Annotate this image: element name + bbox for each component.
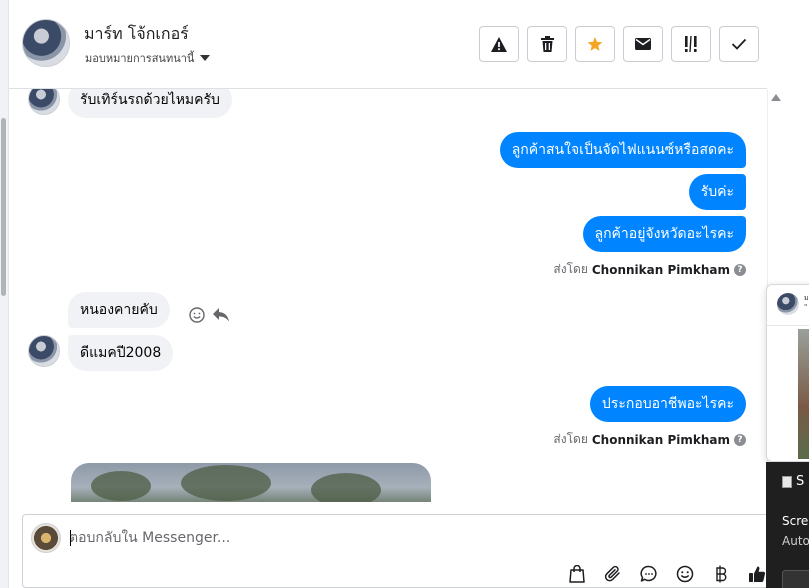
outgoing-message: รับค่ะ	[688, 174, 746, 210]
saved-replies-button[interactable]	[637, 563, 661, 585]
warning-icon	[491, 36, 507, 52]
toast-action-button[interactable]	[782, 570, 809, 588]
paperclip-icon	[604, 565, 620, 582]
react-emoji-icon[interactable]	[189, 307, 205, 323]
header-actions	[479, 26, 759, 62]
popup-divider	[767, 325, 809, 326]
image-attachment[interactable]	[71, 463, 431, 502]
envelope-icon	[635, 38, 651, 50]
outgoing-message-group: ประกอบอาชีพอะไรคะ	[446, 386, 746, 422]
contact-avatar-small	[28, 335, 60, 367]
outgoing-message: ลูกค้าอยู่จังหวัดอะไรคะ	[582, 216, 746, 252]
toast-title: S	[796, 474, 805, 489]
contact-avatar	[22, 19, 70, 67]
check-icon	[731, 38, 747, 50]
baht-icon	[716, 565, 727, 583]
scroll-up-arrow-icon[interactable]	[771, 94, 781, 101]
outgoing-message-group: ลูกค้าสนใจเป็นจัดไฟแนนซ์หรือสดคะ รับค่ะ …	[346, 132, 746, 252]
popup-avatar	[777, 293, 799, 315]
payment-button[interactable]	[709, 563, 733, 585]
popup-image	[798, 329, 809, 459]
message-hover-actions	[189, 307, 229, 323]
bag-button[interactable]	[565, 563, 589, 585]
sender-name: Chonnikan Pimkham	[591, 262, 730, 277]
email-button[interactable]	[623, 26, 663, 62]
left-scrollbar-thumb[interactable]	[1, 118, 6, 296]
toast-line-2: Auto	[782, 534, 809, 548]
star-icon	[587, 37, 603, 51]
help-icon[interactable]: ?	[734, 263, 746, 276]
incoming-message: ดีแมคปี2008	[68, 335, 174, 371]
done-button[interactable]	[719, 26, 759, 62]
page-avatar	[31, 523, 61, 553]
outgoing-message: ลูกค้าสนใจเป็นจัดไฟแนนซ์หรือสดคะ	[499, 132, 746, 168]
contact-name: มาร์ท โจ้กเกอร์	[84, 24, 189, 43]
assign-conversation-dropdown[interactable]: มอบหมายการสนทนานี้	[85, 49, 211, 67]
assign-conversation-label: มอบหมายการสนทนานี้	[85, 52, 195, 65]
emoji-button[interactable]	[673, 563, 697, 585]
notification-toast[interactable]: S Scre Auto	[766, 462, 809, 588]
messenger-window: มาร์ท โจ้กเกอร์ มอบหมายการสนทนานี้ รับเท…	[0, 0, 809, 588]
sent-by-prefix: ส่งโดย	[553, 262, 588, 276]
conversation-header: มาร์ท โจ้กเกอร์ มอบหมายการสนทนานี้	[9, 0, 767, 89]
help-icon[interactable]: ?	[734, 433, 746, 446]
message-thread: รับเทิร์นรถด้วยไหมครับ ลูกค้าสนใจเป็นจัด…	[9, 89, 767, 502]
incoming-message: หนองคายคับ	[68, 292, 170, 328]
app-icon	[782, 476, 792, 488]
chat-head-popup[interactable]: ม "	[766, 284, 809, 462]
sent-by-label: ส่งโดย Chonnikan Pimkham ?	[553, 260, 746, 279]
sent-by-prefix: ส่งโดย	[553, 432, 588, 446]
left-sidebar-edge	[0, 0, 9, 588]
trash-icon	[540, 36, 554, 52]
chat-bubble-icon	[640, 565, 657, 582]
delete-button[interactable]	[527, 26, 567, 62]
emoji-icon	[676, 565, 694, 583]
incoming-message: รับเทิร์นรถด้วยไหมครับ	[68, 89, 232, 118]
sender-name: Chonnikan Pimkham	[591, 432, 730, 447]
report-button[interactable]	[479, 26, 519, 62]
toast-line-1: Scre	[782, 514, 809, 528]
composer-tools	[565, 563, 769, 585]
priority-button[interactable]	[671, 26, 711, 62]
star-button[interactable]	[575, 26, 615, 62]
outgoing-message: ประกอบอาชีพอะไรคะ	[589, 386, 746, 422]
caret-down-icon	[200, 55, 211, 61]
reply-composer	[22, 514, 782, 588]
popup-subtitle: "	[804, 303, 808, 311]
attach-button[interactable]	[601, 563, 625, 585]
sent-by-label: ส่งโดย Chonnikan Pimkham ?	[553, 430, 746, 449]
priority-icon	[685, 36, 697, 52]
reply-icon[interactable]	[213, 308, 229, 322]
reply-input[interactable]	[69, 525, 589, 551]
bag-icon	[569, 565, 585, 583]
contact-avatar-small	[28, 89, 60, 115]
text-cursor	[70, 530, 71, 546]
thumbs-up-icon	[749, 566, 766, 582]
